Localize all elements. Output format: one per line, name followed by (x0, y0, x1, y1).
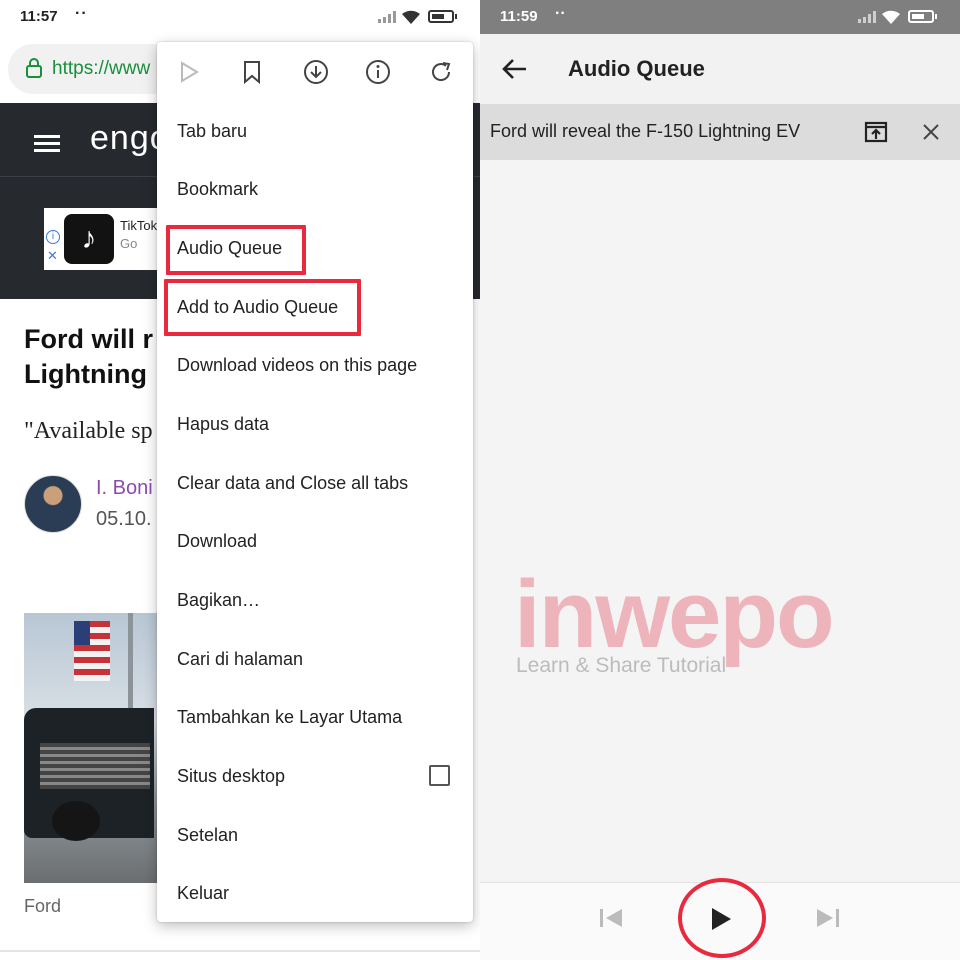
article-date: 05.10. (96, 508, 152, 530)
wifi-icon (402, 10, 420, 24)
close-icon[interactable] (921, 122, 941, 142)
ad-title: TikTok (120, 218, 158, 233)
next-track-icon[interactable] (815, 907, 841, 929)
menu-item-clear-close-tabs[interactable]: Clear data and Close all tabs (177, 468, 408, 498)
menu-item-bookmark[interactable]: Bookmark (177, 174, 258, 204)
status-dots: ·· (75, 5, 88, 22)
queue-item[interactable]: Ford will reveal the F-150 Lightning EV (480, 104, 960, 160)
lock-icon (26, 58, 42, 78)
menu-item-delete-data[interactable]: Hapus data (177, 409, 269, 439)
highlight-add-to-audio-queue (164, 279, 361, 336)
author-avatar (24, 475, 82, 533)
status-time: 11:59 (500, 8, 538, 25)
app-bar: Audio Queue (480, 34, 960, 104)
overflow-menu: Tab baru Bookmark Audio Queue Add to Aud… (157, 42, 473, 922)
bottom-divider (0, 950, 480, 952)
menu-item-download[interactable]: Download (177, 526, 257, 556)
menu-item-add-to-home[interactable]: Tambahkan ke Layar Utama (177, 702, 402, 732)
hamburger-menu-icon[interactable] (34, 135, 60, 153)
menu-item-settings[interactable]: Setelan (177, 820, 238, 850)
menu-toolbar (157, 42, 473, 102)
bookmark-icon[interactable] (239, 59, 265, 85)
menu-item-download-videos[interactable]: Download videos on this page (177, 350, 417, 380)
queue-item-title[interactable]: Ford will reveal the F-150 Lightning EV (490, 121, 800, 142)
article-quote: "Available sp (24, 418, 153, 444)
flag-image (74, 621, 110, 681)
status-dots: ·· (555, 5, 566, 22)
signal-icon (378, 10, 396, 23)
image-caption: Ford (24, 896, 62, 916)
download-icon[interactable] (303, 59, 329, 85)
menu-item-share[interactable]: Bagikan… (177, 585, 260, 615)
author-name[interactable]: I. Boni (96, 477, 153, 500)
url-text: https://www (52, 58, 151, 79)
page-title: Audio Queue (568, 56, 705, 81)
status-time: 11:57 (20, 8, 58, 25)
back-arrow-icon[interactable] (500, 56, 528, 82)
ad-banner[interactable]: i ✕ ♪ TikTok Go (44, 208, 174, 270)
forward-icon[interactable] (176, 59, 202, 85)
battery-icon (908, 10, 937, 23)
info-icon[interactable] (365, 59, 391, 85)
screenshot-stage: 11:57 ·· https://www engo i ✕ ♪ TikTok G… (0, 0, 960, 960)
ad-close-icon[interactable]: ✕ (47, 248, 58, 264)
menu-item-new-tab[interactable]: Tab baru (177, 116, 247, 146)
audio-queue-screen: 11:59 ·· Audio Queue Ford will reveal th… (480, 0, 960, 960)
status-bar: 11:57 ·· (0, 0, 480, 34)
menu-item-desktop-site[interactable]: Situs desktop (177, 761, 285, 791)
menu-item-exit[interactable]: Keluar (177, 878, 229, 908)
refresh-icon[interactable] (428, 59, 454, 85)
ad-subtitle: Go (120, 236, 138, 251)
desktop-site-checkbox[interactable] (429, 765, 450, 786)
status-bar: 11:59 ·· (480, 0, 960, 34)
watermark: inwepo Learn & Share Tutorial (514, 560, 874, 690)
menu-item-find-in-page[interactable]: Cari di halaman (177, 644, 303, 674)
previous-track-icon[interactable] (598, 907, 624, 929)
highlight-audio-queue (166, 225, 306, 275)
browser-menu-screen: 11:57 ·· https://www engo i ✕ ♪ TikTok G… (0, 0, 480, 960)
open-in-tab-icon[interactable] (864, 121, 888, 143)
battery-icon (428, 10, 457, 23)
signal-icon (858, 10, 876, 23)
truck-wheel (52, 801, 100, 841)
ad-info-icon[interactable]: i (46, 230, 60, 244)
watermark-tagline: Learn & Share Tutorial (516, 654, 727, 677)
tiktok-logo-icon: ♪ (64, 214, 114, 264)
truck-grille (40, 743, 150, 789)
highlight-play-button (678, 878, 766, 958)
article-image (24, 613, 158, 883)
wifi-icon (882, 10, 900, 24)
